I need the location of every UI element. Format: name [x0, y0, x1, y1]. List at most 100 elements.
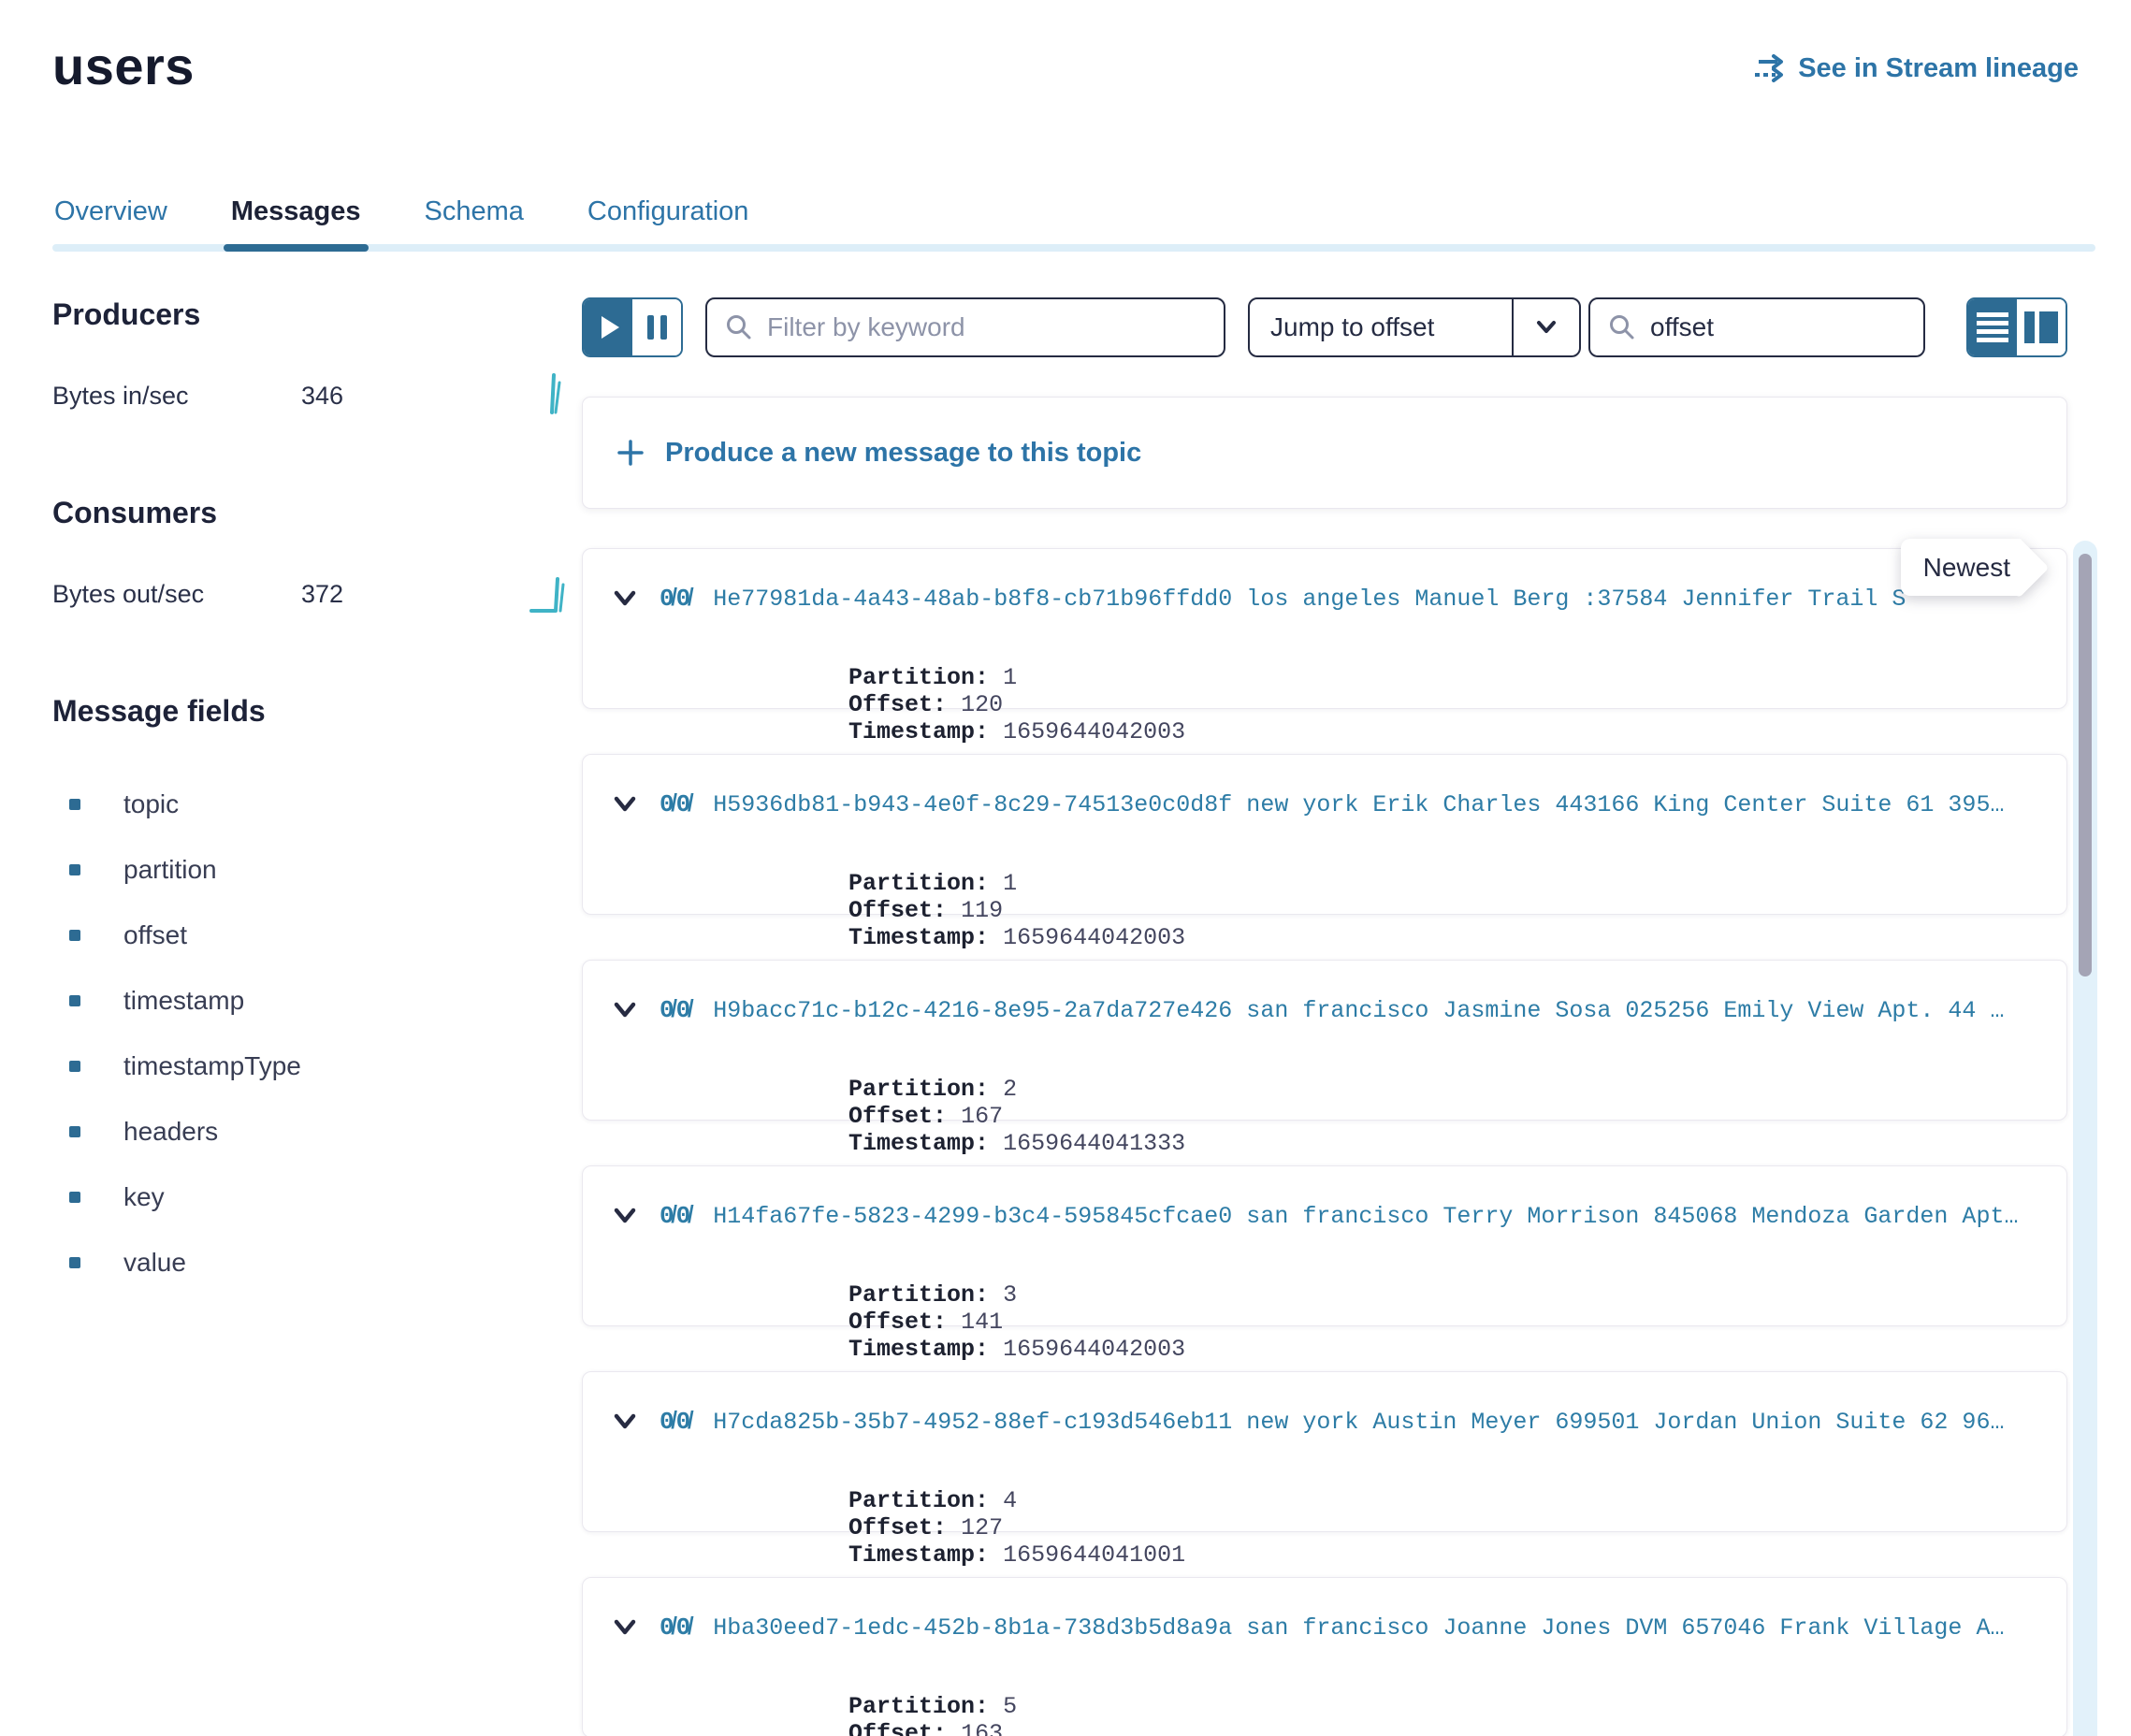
expand-chevron-icon[interactable]: [611, 793, 639, 816]
message-meta: Partition: 5 Offset: 163 Timestamp: 1659…: [611, 1666, 2038, 1736]
toolbar: Jump to offset: [582, 297, 2067, 357]
bytes-in-label: Bytes in/sec: [52, 382, 301, 411]
tab-schema[interactable]: Schema: [423, 183, 526, 252]
expand-chevron-icon[interactable]: [611, 1205, 639, 1227]
field-item-timestamp: timestamp: [52, 968, 582, 1034]
sidebar: Producers Bytes in/sec 346 Consumers Byt…: [52, 297, 582, 1736]
field-item-key: key: [52, 1165, 582, 1230]
message-key: He77981da-4a43-48ab-b8f8-cb71b96ffdd0 lo…: [713, 586, 1906, 613]
pause-icon: [647, 315, 654, 340]
play-button[interactable]: [584, 299, 632, 355]
topic-page: users See in Stream lineage Overview Mes…: [0, 0, 2131, 1736]
offset-value: 120: [961, 691, 1003, 718]
bytes-out-value: 372: [301, 580, 343, 609]
offset-value: 141: [961, 1309, 1003, 1336]
field-item-headers: headers: [52, 1099, 582, 1165]
timestamp-value: 1659644041001: [1003, 1541, 1185, 1569]
expand-chevron-icon[interactable]: [611, 1410, 639, 1433]
message-key: H14fa67fe-5823-4299-b3c4-595845cfcae0 sa…: [713, 1203, 2018, 1230]
message-fields-list: topic partition offset timestamp timesta…: [52, 772, 582, 1295]
partition-value: 1: [1003, 664, 1017, 691]
message-row[interactable]: Newest 0̸0̸ He77981da-4a43-48ab-b8f8-cb7…: [582, 548, 2067, 709]
partition-value: 3: [1003, 1281, 1017, 1309]
chevron-down-icon[interactable]: [1512, 299, 1579, 355]
tab-messages[interactable]: Messages: [229, 183, 363, 252]
plus-icon: [615, 437, 646, 469]
square-bullet-icon: [69, 1126, 80, 1137]
scrollbar-track[interactable]: [2073, 541, 2097, 1736]
message-meta: Partition: 3 Offset: 141 Timestamp: 1659…: [611, 1254, 2038, 1390]
message-list: Newest 0̸0̸ He77981da-4a43-48ab-b8f8-cb7…: [582, 548, 2067, 1736]
filter-input[interactable]: [767, 312, 1207, 342]
message-fields-heading: Message fields: [52, 694, 582, 729]
bytes-in-value: 346: [301, 382, 343, 411]
columns-view-icon: [2024, 311, 2058, 343]
null-bytes-glyph: 0̸0̸: [660, 1408, 692, 1436]
message-meta: Partition: 2 Offset: 167 Timestamp: 1659…: [611, 1049, 2038, 1184]
play-icon: [602, 316, 619, 339]
message-meta: Partition: 1 Offset: 119 Timestamp: 1659…: [611, 843, 2038, 978]
square-bullet-icon: [69, 1061, 80, 1072]
offset-search: [1588, 297, 1925, 357]
offset-value: 127: [961, 1514, 1003, 1541]
play-pause-group: [582, 297, 683, 357]
message-meta: Partition: 1 Offset: 120 Timestamp: 1659…: [611, 637, 2038, 773]
newest-badge: Newest: [1901, 553, 2022, 583]
partition-value: 4: [1003, 1487, 1017, 1514]
search-icon: [724, 312, 754, 342]
columns-view-button[interactable]: [2017, 299, 2066, 355]
square-bullet-icon: [69, 864, 80, 875]
message-row[interactable]: 0̸0̸ H5936db81-b943-4e0f-8c29-74513e0c0d…: [582, 754, 2067, 915]
timestamp-value: 1659644042003: [1003, 924, 1185, 951]
content: Producers Bytes in/sec 346 Consumers Byt…: [52, 297, 2095, 1736]
timestamp-value: 1659644041333: [1003, 1130, 1185, 1157]
message-row[interactable]: 0̸0̸ H14fa67fe-5823-4299-b3c4-595845cfca…: [582, 1165, 2067, 1326]
message-row[interactable]: 0̸0̸ Hba30eed7-1edc-452b-8b1a-738d3b5d8a…: [582, 1577, 2067, 1736]
message-row[interactable]: 0̸0̸ H9bacc71c-b12c-4216-8e95-2a7da727e4…: [582, 960, 2067, 1121]
list-view-icon: [1977, 312, 2008, 342]
null-bytes-glyph: 0̸0̸: [660, 790, 692, 818]
offset-value: 167: [961, 1103, 1003, 1130]
pause-button[interactable]: [632, 299, 681, 355]
scrollbar-thumb[interactable]: [2079, 554, 2092, 976]
timestamp-value: 1659644042003: [1003, 1336, 1185, 1363]
tab-configuration[interactable]: Configuration: [586, 183, 751, 252]
expand-chevron-icon[interactable]: [611, 1616, 639, 1639]
list-view-button[interactable]: [1968, 299, 2017, 355]
produce-message-button[interactable]: Produce a new message to this topic: [582, 397, 2067, 509]
consumers-heading: Consumers: [52, 496, 582, 530]
square-bullet-icon: [69, 799, 80, 810]
message-key: H7cda825b-35b7-4952-88ef-c193d546eb11 ne…: [713, 1409, 2004, 1436]
message-row[interactable]: 0̸0̸ H7cda825b-35b7-4952-88ef-c193d546eb…: [582, 1371, 2067, 1532]
field-item-topic: topic: [52, 772, 582, 837]
expand-chevron-icon[interactable]: [611, 587, 639, 610]
view-toggle-group: [1966, 297, 2067, 357]
partition-value: 1: [1003, 870, 1017, 897]
offset-value: 163: [961, 1720, 1003, 1736]
partition-value: 2: [1003, 1076, 1017, 1103]
tab-overview[interactable]: Overview: [52, 183, 169, 252]
offset-search-input[interactable]: [1650, 312, 1906, 342]
stream-lineage-link[interactable]: See in Stream lineage: [1751, 52, 2079, 84]
expand-chevron-icon[interactable]: [611, 999, 639, 1021]
message-key: H9bacc71c-b12c-4216-8e95-2a7da727e426 sa…: [713, 997, 2004, 1024]
field-item-value: value: [52, 1230, 582, 1295]
message-key: H5936db81-b943-4e0f-8c29-74513e0c0d8f ne…: [713, 791, 2004, 818]
bytes-out-label: Bytes out/sec: [52, 580, 301, 609]
square-bullet-icon: [69, 1192, 80, 1203]
null-bytes-glyph: 0̸0̸: [660, 1202, 692, 1230]
producers-sparkline: [533, 369, 571, 423]
messages-panel: Jump to offset: [582, 297, 2067, 1736]
partition-value: 5: [1003, 1693, 1017, 1720]
square-bullet-icon: [69, 930, 80, 941]
null-bytes-glyph: 0̸0̸: [660, 1613, 692, 1642]
jump-to-offset-select[interactable]: Jump to offset: [1248, 297, 1581, 357]
message-key: Hba30eed7-1edc-452b-8b1a-738d3b5d8a9a sa…: [713, 1614, 2004, 1642]
lineage-arrows-icon: [1751, 52, 1787, 84]
keyword-filter: [705, 297, 1225, 357]
field-item-partition: partition: [52, 837, 582, 903]
field-item-offset: offset: [52, 903, 582, 968]
lineage-link-label: See in Stream lineage: [1798, 53, 2079, 84]
bytes-in-row: Bytes in/sec 346: [52, 369, 582, 423]
producers-heading: Producers: [52, 297, 582, 332]
